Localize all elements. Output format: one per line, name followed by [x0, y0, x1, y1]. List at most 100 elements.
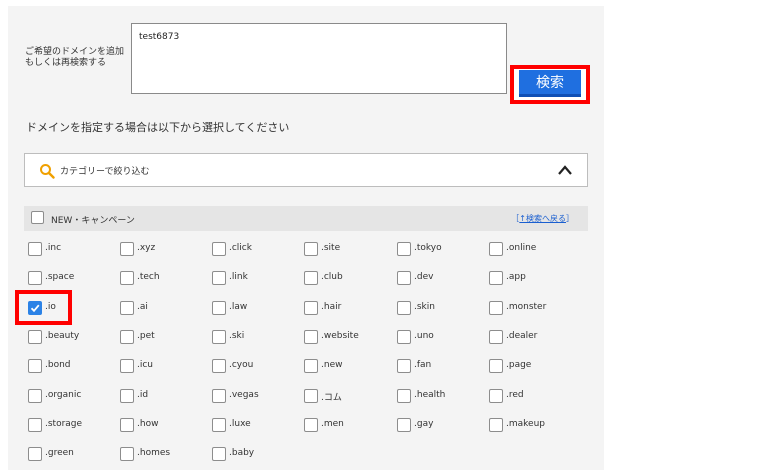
tld-label: .beauty: [45, 330, 80, 341]
tld-checkbox[interactable]: [120, 447, 134, 462]
tld-checkbox[interactable]: [489, 300, 503, 315]
tld-label: .how: [137, 418, 159, 429]
tld-checkbox[interactable]: [397, 271, 411, 286]
tld-checkbox[interactable]: [304, 388, 318, 403]
tld-label: .dev: [414, 272, 434, 283]
tld-checkbox[interactable]: [120, 300, 134, 315]
tld-label: .storage: [45, 418, 83, 429]
search-label: ご希望のドメインを追加 もしくは再検索する: [25, 47, 125, 69]
tld-label: .gay: [414, 418, 434, 429]
category-header: NEW・キャンペーン ［↑検索へ戻る］: [24, 206, 588, 231]
tld-checkbox[interactable]: [397, 300, 411, 315]
category-label: NEW・キャンペーン: [51, 216, 135, 226]
tld-checkbox[interactable]: [489, 359, 503, 374]
tld-checkbox[interactable]: [28, 329, 42, 344]
search-button[interactable]: 検索: [519, 70, 581, 97]
back-to-search-link-text: ↑検索へ戻る: [519, 214, 566, 223]
tld-label: .tokyo: [414, 243, 442, 253]
category-filter-label: カテゴリーで絞り込む: [60, 167, 150, 177]
tld-checkbox[interactable]: [212, 242, 226, 256]
tld-checkbox[interactable]: [304, 417, 318, 432]
category-filter-toggle[interactable]: カテゴリーで絞り込む: [24, 153, 588, 187]
tld-checkbox[interactable]: [212, 359, 226, 374]
tld-checkbox[interactable]: [212, 417, 226, 432]
tld-label: .inc: [45, 243, 62, 253]
search-label-line-1: ご希望のドメインを追加: [25, 47, 125, 57]
tld-checkbox[interactable]: [304, 300, 318, 315]
tld-checkbox[interactable]: [489, 242, 503, 256]
tld-checkbox[interactable]: [489, 417, 503, 432]
tld-checkbox[interactable]: [212, 329, 226, 344]
tld-checkbox[interactable]: [304, 359, 318, 374]
tld-checkbox[interactable]: [489, 271, 503, 286]
tld-checkbox[interactable]: [397, 417, 411, 432]
tld-label: .icu: [137, 360, 154, 371]
tld-label: .space: [45, 272, 75, 283]
tld-checkbox[interactable]: [397, 388, 411, 403]
tld-label: .コム: [321, 392, 342, 403]
tld-label: .pet: [137, 330, 155, 341]
tld-label: .click: [229, 243, 252, 253]
category-select-all-checkbox[interactable]: [31, 211, 44, 224]
tld-checkbox[interactable]: [489, 329, 503, 344]
tld-checkbox[interactable]: [304, 242, 318, 256]
tld-label: .tech: [137, 272, 160, 283]
tld-label: .ski: [229, 330, 245, 341]
tld-label: .health: [414, 389, 446, 400]
tld-checkbox[interactable]: [397, 359, 411, 374]
tld-label: .new: [321, 360, 343, 371]
tld-checkbox[interactable]: [120, 271, 134, 286]
search-label-line-2: もしくは再検索する: [25, 58, 107, 68]
tld-label: .website: [321, 330, 359, 341]
tld-label: .red: [506, 389, 524, 400]
tld-checkbox[interactable]: [28, 447, 42, 462]
tld-checkbox[interactable]: [120, 359, 134, 374]
tld-checkbox[interactable]: [304, 329, 318, 344]
tld-label: .dealer: [506, 330, 538, 341]
tld-checkbox[interactable]: [28, 417, 42, 432]
tld-checkbox[interactable]: [28, 359, 42, 374]
tld-label: .xyz: [137, 243, 156, 253]
chevron-up-icon[interactable]: [557, 164, 573, 176]
instruction-text: ドメインを指定する場合は以下から選択してください: [26, 121, 290, 134]
tld-label: .online: [506, 243, 537, 253]
tld-checkbox[interactable]: [28, 271, 42, 286]
tld-label: .green: [45, 448, 74, 459]
tld-checkbox[interactable]: [120, 388, 134, 403]
tld-checkbox[interactable]: [120, 242, 134, 256]
tld-label: .uno: [414, 330, 434, 341]
tld-label: .skin: [414, 301, 435, 312]
search-icon: [40, 164, 55, 179]
tld-label: .fan: [414, 360, 432, 371]
tld-label: .makeup: [506, 418, 545, 429]
tld-label: .id: [137, 389, 149, 400]
tld-label: .link: [229, 272, 248, 283]
tld-label: .homes: [137, 448, 171, 459]
tld-checkbox[interactable]: [489, 388, 503, 403]
tld-checkbox[interactable]: [120, 417, 134, 432]
tld-label: .club: [321, 272, 343, 283]
back-to-search-link[interactable]: ［↑検索へ戻る］: [511, 213, 574, 224]
tld-checkbox[interactable]: [120, 329, 134, 344]
tld-label: .bond: [45, 360, 71, 371]
tld-checkbox[interactable]: [28, 242, 42, 256]
tld-checkbox[interactable]: [212, 447, 226, 462]
tld-checkbox[interactable]: [212, 388, 226, 403]
tld-label: .page: [506, 360, 532, 371]
tld-checkbox[interactable]: [212, 300, 226, 315]
tld-label: .vegas: [229, 389, 259, 400]
tld-label: .law: [229, 301, 248, 312]
tld-label: .app: [506, 272, 526, 283]
tld-checkbox[interactable]: [397, 329, 411, 344]
tld-label: .luxe: [229, 418, 251, 429]
tld-checkbox[interactable]: [304, 271, 318, 286]
tld-label: .site: [321, 243, 341, 253]
tld-label: .men: [321, 418, 344, 429]
tld-checkbox[interactable]: [212, 271, 226, 286]
tld-checkbox[interactable]: [397, 242, 411, 256]
tld-label: .hair: [321, 301, 342, 312]
domain-search-textarea[interactable]: test6873: [131, 23, 507, 94]
tld-label: .cyou: [229, 360, 254, 371]
tld-label: .organic: [45, 389, 82, 400]
tld-checkbox[interactable]: [28, 388, 42, 403]
